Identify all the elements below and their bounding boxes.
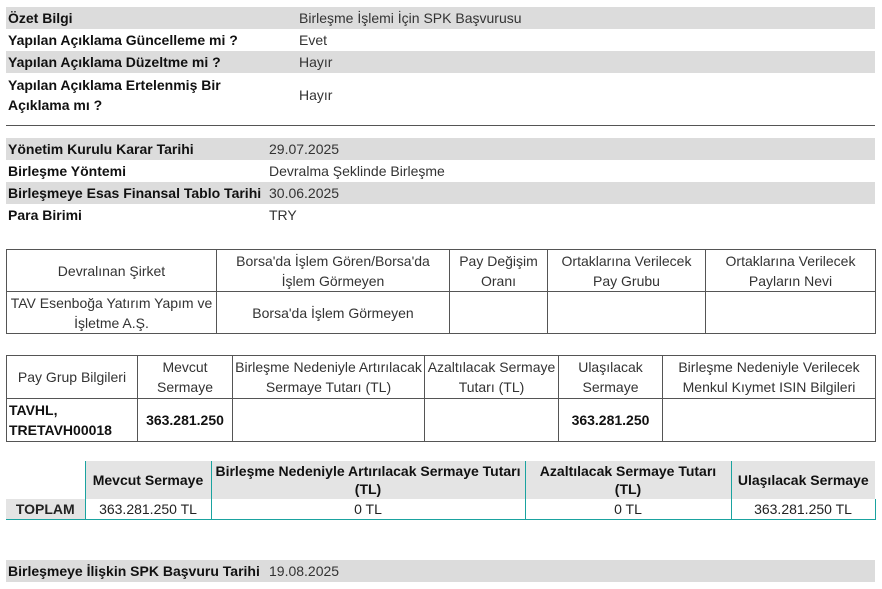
financial-date-row: Birleşmeye Esas Finansal Tablo Tarihi 30… bbox=[6, 182, 875, 204]
total-row: TOPLAM 363.281.250 TL 0 TL 0 TL 363.281.… bbox=[6, 499, 876, 520]
share-table-header: Pay Grup Bilgileri Mevcut Sermaye Birleş… bbox=[6, 355, 876, 399]
merger-method-row: Birleşme Yöntemi Devralma Şeklinde Birle… bbox=[6, 160, 875, 182]
table-cell bbox=[705, 291, 876, 334]
table-cell: 363.281.250 TL bbox=[730, 499, 876, 520]
table-cell: 363.281.250 bbox=[558, 398, 663, 442]
col-header: Borsa'da İşlem Gören/Borsa'da İşlem Görm… bbox=[216, 249, 450, 292]
col-header: Birleşme Nedeniyle Verilecek Menkul Kıym… bbox=[662, 355, 876, 399]
update-row: Yapılan Açıklama Güncelleme mi ? Evet bbox=[6, 29, 875, 51]
currency-label: Para Birimi bbox=[8, 207, 82, 223]
correction-row: Yapılan Açıklama Düzeltme mi ? Hayır bbox=[6, 51, 875, 73]
share-group-table: Pay Grup Bilgileri Mevcut Sermaye Birleş… bbox=[6, 355, 876, 442]
board-date-label: Yönetim Kurulu Karar Tarihi bbox=[6, 138, 267, 160]
company-table-header: Devralınan Şirket Borsa'da İşlem Gören/B… bbox=[6, 249, 876, 292]
col-header bbox=[6, 461, 85, 499]
table-cell: 0 TL bbox=[524, 499, 732, 520]
col-header: Azaltılacak Sermaye Tutarı (TL) bbox=[524, 461, 731, 499]
total-table-header: Mevcut Sermaye Birleşme Nedeniyle Artırı… bbox=[6, 461, 875, 499]
table-cell bbox=[449, 291, 548, 334]
application-value: 19.08.2025 bbox=[267, 560, 875, 582]
col-header: Pay Grup Bilgileri bbox=[6, 355, 138, 399]
merger-method-label: Birleşme Yöntemi bbox=[8, 163, 127, 179]
table-cell: 363.281.250 TL bbox=[84, 499, 212, 520]
board-date-value: 29.07.2025 bbox=[267, 138, 875, 160]
correction-value: Hayır bbox=[297, 51, 875, 73]
deferred-label: Yapılan Açıklama Ertelenmiş Bir Açıklama… bbox=[8, 77, 221, 113]
table-cell: 363.281.250 bbox=[137, 398, 233, 442]
table-row: TAV Esenboğa Yatırım Yapım ve İşletme A.… bbox=[6, 291, 876, 334]
table-cell bbox=[232, 398, 425, 442]
table-cell bbox=[662, 398, 876, 442]
divider bbox=[6, 125, 875, 126]
deferred-value: Hayır bbox=[299, 87, 333, 103]
col-header: Ulaşılacak Sermaye bbox=[558, 355, 663, 399]
table-row: TAVHL, TRETAVH00018 363.281.250 363.281.… bbox=[6, 398, 876, 442]
col-header: Birleşme Nedeniyle Artırılacak Sermaye T… bbox=[232, 355, 425, 399]
board-date-row: Yönetim Kurulu Karar Tarihi 29.07.2025 bbox=[6, 138, 875, 160]
application-label: Birleşmeye İlişkin SPK Başvuru Tarihi bbox=[6, 560, 267, 582]
col-header: Ortaklarına Verilecek Payların Nevi bbox=[705, 249, 876, 292]
table-cell: TAV Esenboğa Yatırım Yapım ve İşletme A.… bbox=[6, 291, 217, 334]
table-cell: 0 TL bbox=[210, 499, 526, 520]
table-cell bbox=[547, 291, 706, 334]
col-header: Devralınan Şirket bbox=[6, 249, 217, 292]
summary-table: Özet Bilgi Birleşme İşlemi İçin SPK Başv… bbox=[6, 7, 875, 117]
currency-row: Para Birimi TRY bbox=[6, 204, 875, 226]
summary-label: Özet Bilgi bbox=[6, 7, 297, 29]
merger-method-value: Devralma Şeklinde Birleşme bbox=[269, 163, 445, 179]
table-cell bbox=[424, 398, 559, 442]
financial-date-label: Birleşmeye Esas Finansal Tablo Tarihi bbox=[6, 182, 267, 204]
total-table: Mevcut Sermaye Birleşme Nedeniyle Artırı… bbox=[6, 461, 876, 520]
table-cell: Borsa'da İşlem Görmeyen bbox=[216, 291, 450, 334]
summary-value: Birleşme İşlemi İçin SPK Başvurusu bbox=[297, 7, 875, 29]
col-header: Ulaşılacak Sermaye bbox=[730, 461, 875, 499]
currency-value: TRY bbox=[269, 207, 297, 223]
col-header: Azaltılacak Sermaye Tutarı (TL) bbox=[424, 355, 559, 399]
application-table: Birleşmeye İlişkin SPK Başvuru Tarihi 19… bbox=[6, 560, 875, 582]
update-label: Yapılan Açıklama Güncelleme mi ? bbox=[8, 32, 238, 48]
correction-label: Yapılan Açıklama Düzeltme mi ? bbox=[6, 51, 297, 73]
col-header: Birleşme Nedeniyle Artırılacak Sermaye T… bbox=[210, 461, 525, 499]
col-header: Pay Değişim Oranı bbox=[449, 249, 548, 292]
summary-row: Özet Bilgi Birleşme İşlemi İçin SPK Başv… bbox=[6, 7, 875, 29]
total-label: TOPLAM bbox=[6, 499, 86, 520]
deferred-row: Yapılan Açıklama Ertelenmiş Bir Açıklama… bbox=[6, 73, 875, 117]
financial-date-value: 30.06.2025 bbox=[267, 182, 875, 204]
application-row: Birleşmeye İlişkin SPK Başvuru Tarihi 19… bbox=[6, 560, 875, 582]
table-cell: TAVHL, TRETAVH00018 bbox=[6, 398, 138, 442]
col-header: Mevcut Sermaye bbox=[137, 355, 233, 399]
update-value: Evet bbox=[299, 32, 328, 48]
company-table: Devralınan Şirket Borsa'da İşlem Gören/B… bbox=[6, 249, 876, 334]
col-header: Ortaklarına Verilecek Pay Grubu bbox=[547, 249, 706, 292]
col-header: Mevcut Sermaye bbox=[84, 461, 211, 499]
disclosure-page: Özet Bilgi Birleşme İşlemi İçin SPK Başv… bbox=[0, 0, 882, 589]
details-table: Yönetim Kurulu Karar Tarihi 29.07.2025 B… bbox=[6, 138, 875, 226]
